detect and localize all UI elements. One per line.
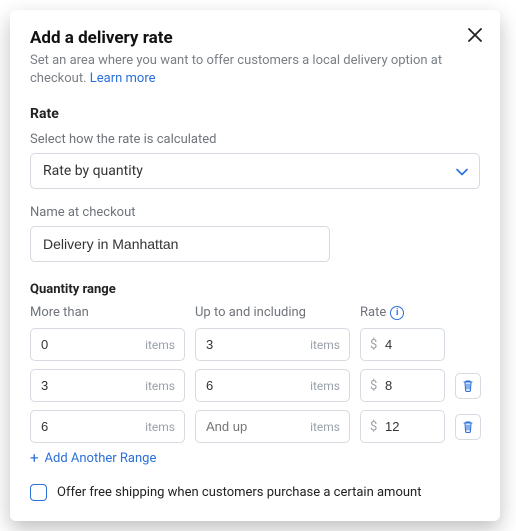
row-action <box>455 373 481 399</box>
quantity-range-row: items items $ <box>30 328 480 361</box>
more-than-input[interactable] <box>30 328 185 361</box>
col-rate-text: Rate <box>360 305 386 320</box>
plus-icon: + <box>30 451 39 466</box>
add-another-range-button[interactable]: + Add Another Range <box>30 451 480 466</box>
row-action <box>455 414 481 440</box>
up-to-cell: items <box>195 369 350 402</box>
delivery-rate-modal: Add a delivery rate Set an area where yo… <box>10 10 500 521</box>
trash-icon <box>462 420 474 433</box>
add-range-label: Add Another Range <box>45 451 157 466</box>
rate-input[interactable] <box>360 369 445 402</box>
more-than-input[interactable] <box>30 369 185 402</box>
rate-heading: Rate <box>30 106 480 122</box>
quantity-range-row: items items $ <box>30 410 480 443</box>
free-shipping-label: Offer free shipping when customers purch… <box>57 485 421 500</box>
free-shipping-row: Offer free shipping when customers purch… <box>30 484 480 501</box>
more-than-input[interactable] <box>30 410 185 443</box>
free-shipping-checkbox[interactable] <box>30 484 47 501</box>
close-button[interactable] <box>464 24 486 46</box>
close-icon <box>468 28 482 42</box>
more-than-cell: items <box>30 369 185 402</box>
quantity-range-heading: Quantity range <box>30 282 480 297</box>
up-to-input[interactable] <box>195 410 350 443</box>
col-rate: Rate i <box>360 305 445 320</box>
more-than-cell: items <box>30 410 185 443</box>
delete-range-button[interactable] <box>455 414 481 440</box>
rate-calc-select[interactable]: Rate by quantity <box>30 153 480 189</box>
quantity-range-header: More than Up to and including Rate i <box>30 305 480 320</box>
modal-subtitle: Set an area where you want to offer cust… <box>30 52 480 88</box>
col-more-than: More than <box>30 305 185 320</box>
delete-range-button[interactable] <box>455 373 481 399</box>
up-to-cell: items <box>195 328 350 361</box>
more-than-cell: items <box>30 328 185 361</box>
up-to-input[interactable] <box>195 328 350 361</box>
quantity-range-row: items items $ <box>30 369 480 402</box>
learn-more-link[interactable]: Learn more <box>90 71 156 86</box>
info-icon[interactable]: i <box>390 306 404 320</box>
trash-icon <box>462 379 474 392</box>
rate-input[interactable] <box>360 328 445 361</box>
rate-cell: $ <box>360 369 445 402</box>
name-at-checkout-input[interactable] <box>30 226 330 262</box>
rate-cell: $ <box>360 410 445 443</box>
name-label: Name at checkout <box>30 205 480 220</box>
col-up-to: Up to and including <box>195 305 350 320</box>
rate-cell: $ <box>360 328 445 361</box>
calc-label: Select how the rate is calculated <box>30 132 480 147</box>
rate-input[interactable] <box>360 410 445 443</box>
up-to-cell: items <box>195 410 350 443</box>
modal-title: Add a delivery rate <box>30 28 480 48</box>
rate-calc-select-wrap: Rate by quantity <box>30 153 480 189</box>
up-to-input[interactable] <box>195 369 350 402</box>
